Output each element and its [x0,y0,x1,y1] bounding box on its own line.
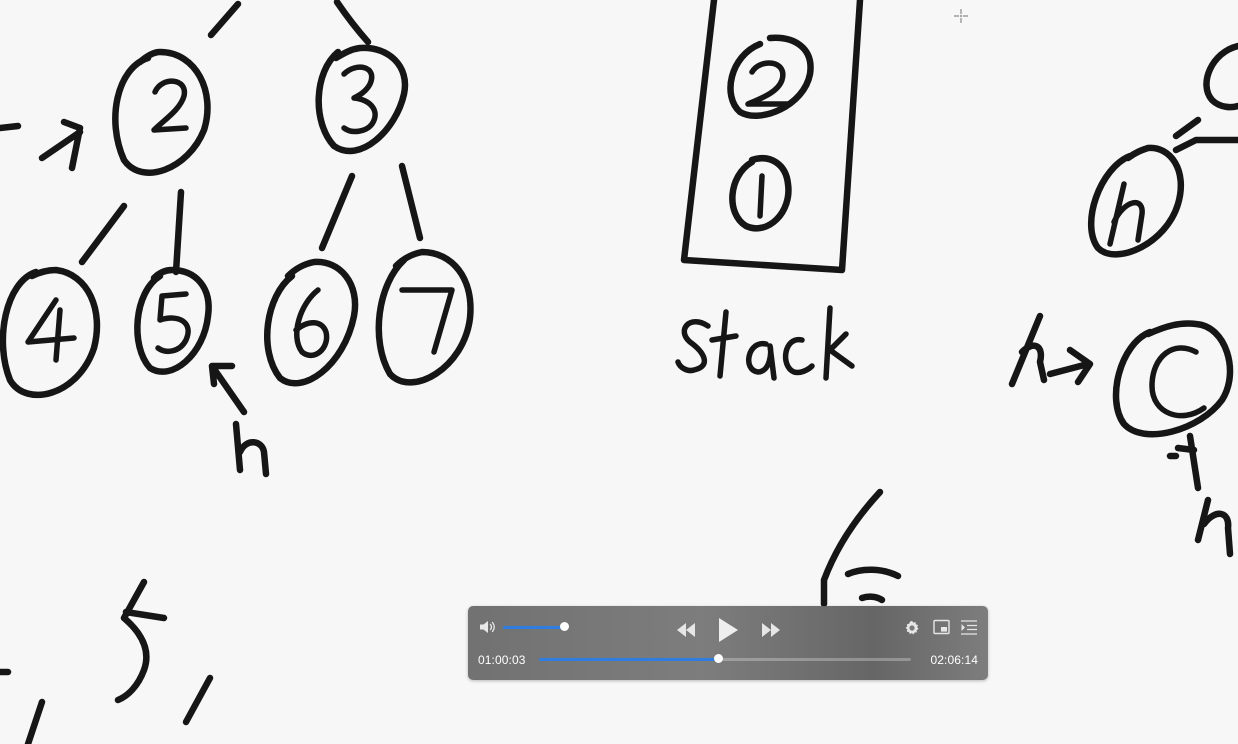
volume-icon[interactable] [479,619,497,635]
tree-edge [172,188,185,276]
tree-node-3 [315,44,409,155]
fast-forward-icon[interactable] [761,623,781,637]
volume-level-fill [503,626,564,629]
tree-edge [333,0,372,46]
right-partial-tree [1008,42,1238,558]
picture-in-picture-icon[interactable] [933,619,950,636]
tree-node-4 [0,266,101,399]
pointer-label-h [232,420,270,478]
video-player-controls[interactable]: 01:00:03 02:06:14 [468,606,988,680]
pointer-arrow [208,362,248,416]
tree-edge [78,202,128,266]
pointer-arrow [0,118,84,172]
crosshair-cursor-icon [954,9,968,23]
tree-node-6 [264,258,359,387]
tree-node-5 [134,266,212,375]
stack-label-handwriting [675,305,855,381]
stack-drawing [680,0,864,274]
tree-edge [398,162,424,242]
tree-edge [207,0,242,39]
settings-gear-icon[interactable] [904,620,920,636]
volume-slider-knob[interactable] [559,622,569,631]
rewind-icon[interactable] [676,623,696,637]
seek-bar-knob[interactable] [713,654,723,663]
current-time: 01:00:03 [478,653,526,667]
total-time: 02:06:14 [930,653,978,667]
tree-edge [318,172,356,252]
seek-progress-fill [539,658,718,661]
tree-node-7 [375,248,474,386]
seek-bar[interactable] [539,654,911,663]
play-icon[interactable] [717,617,739,643]
volume-slider[interactable] [503,622,569,631]
playlist-icon[interactable] [960,619,978,636]
tree-node-2 [112,48,211,176]
